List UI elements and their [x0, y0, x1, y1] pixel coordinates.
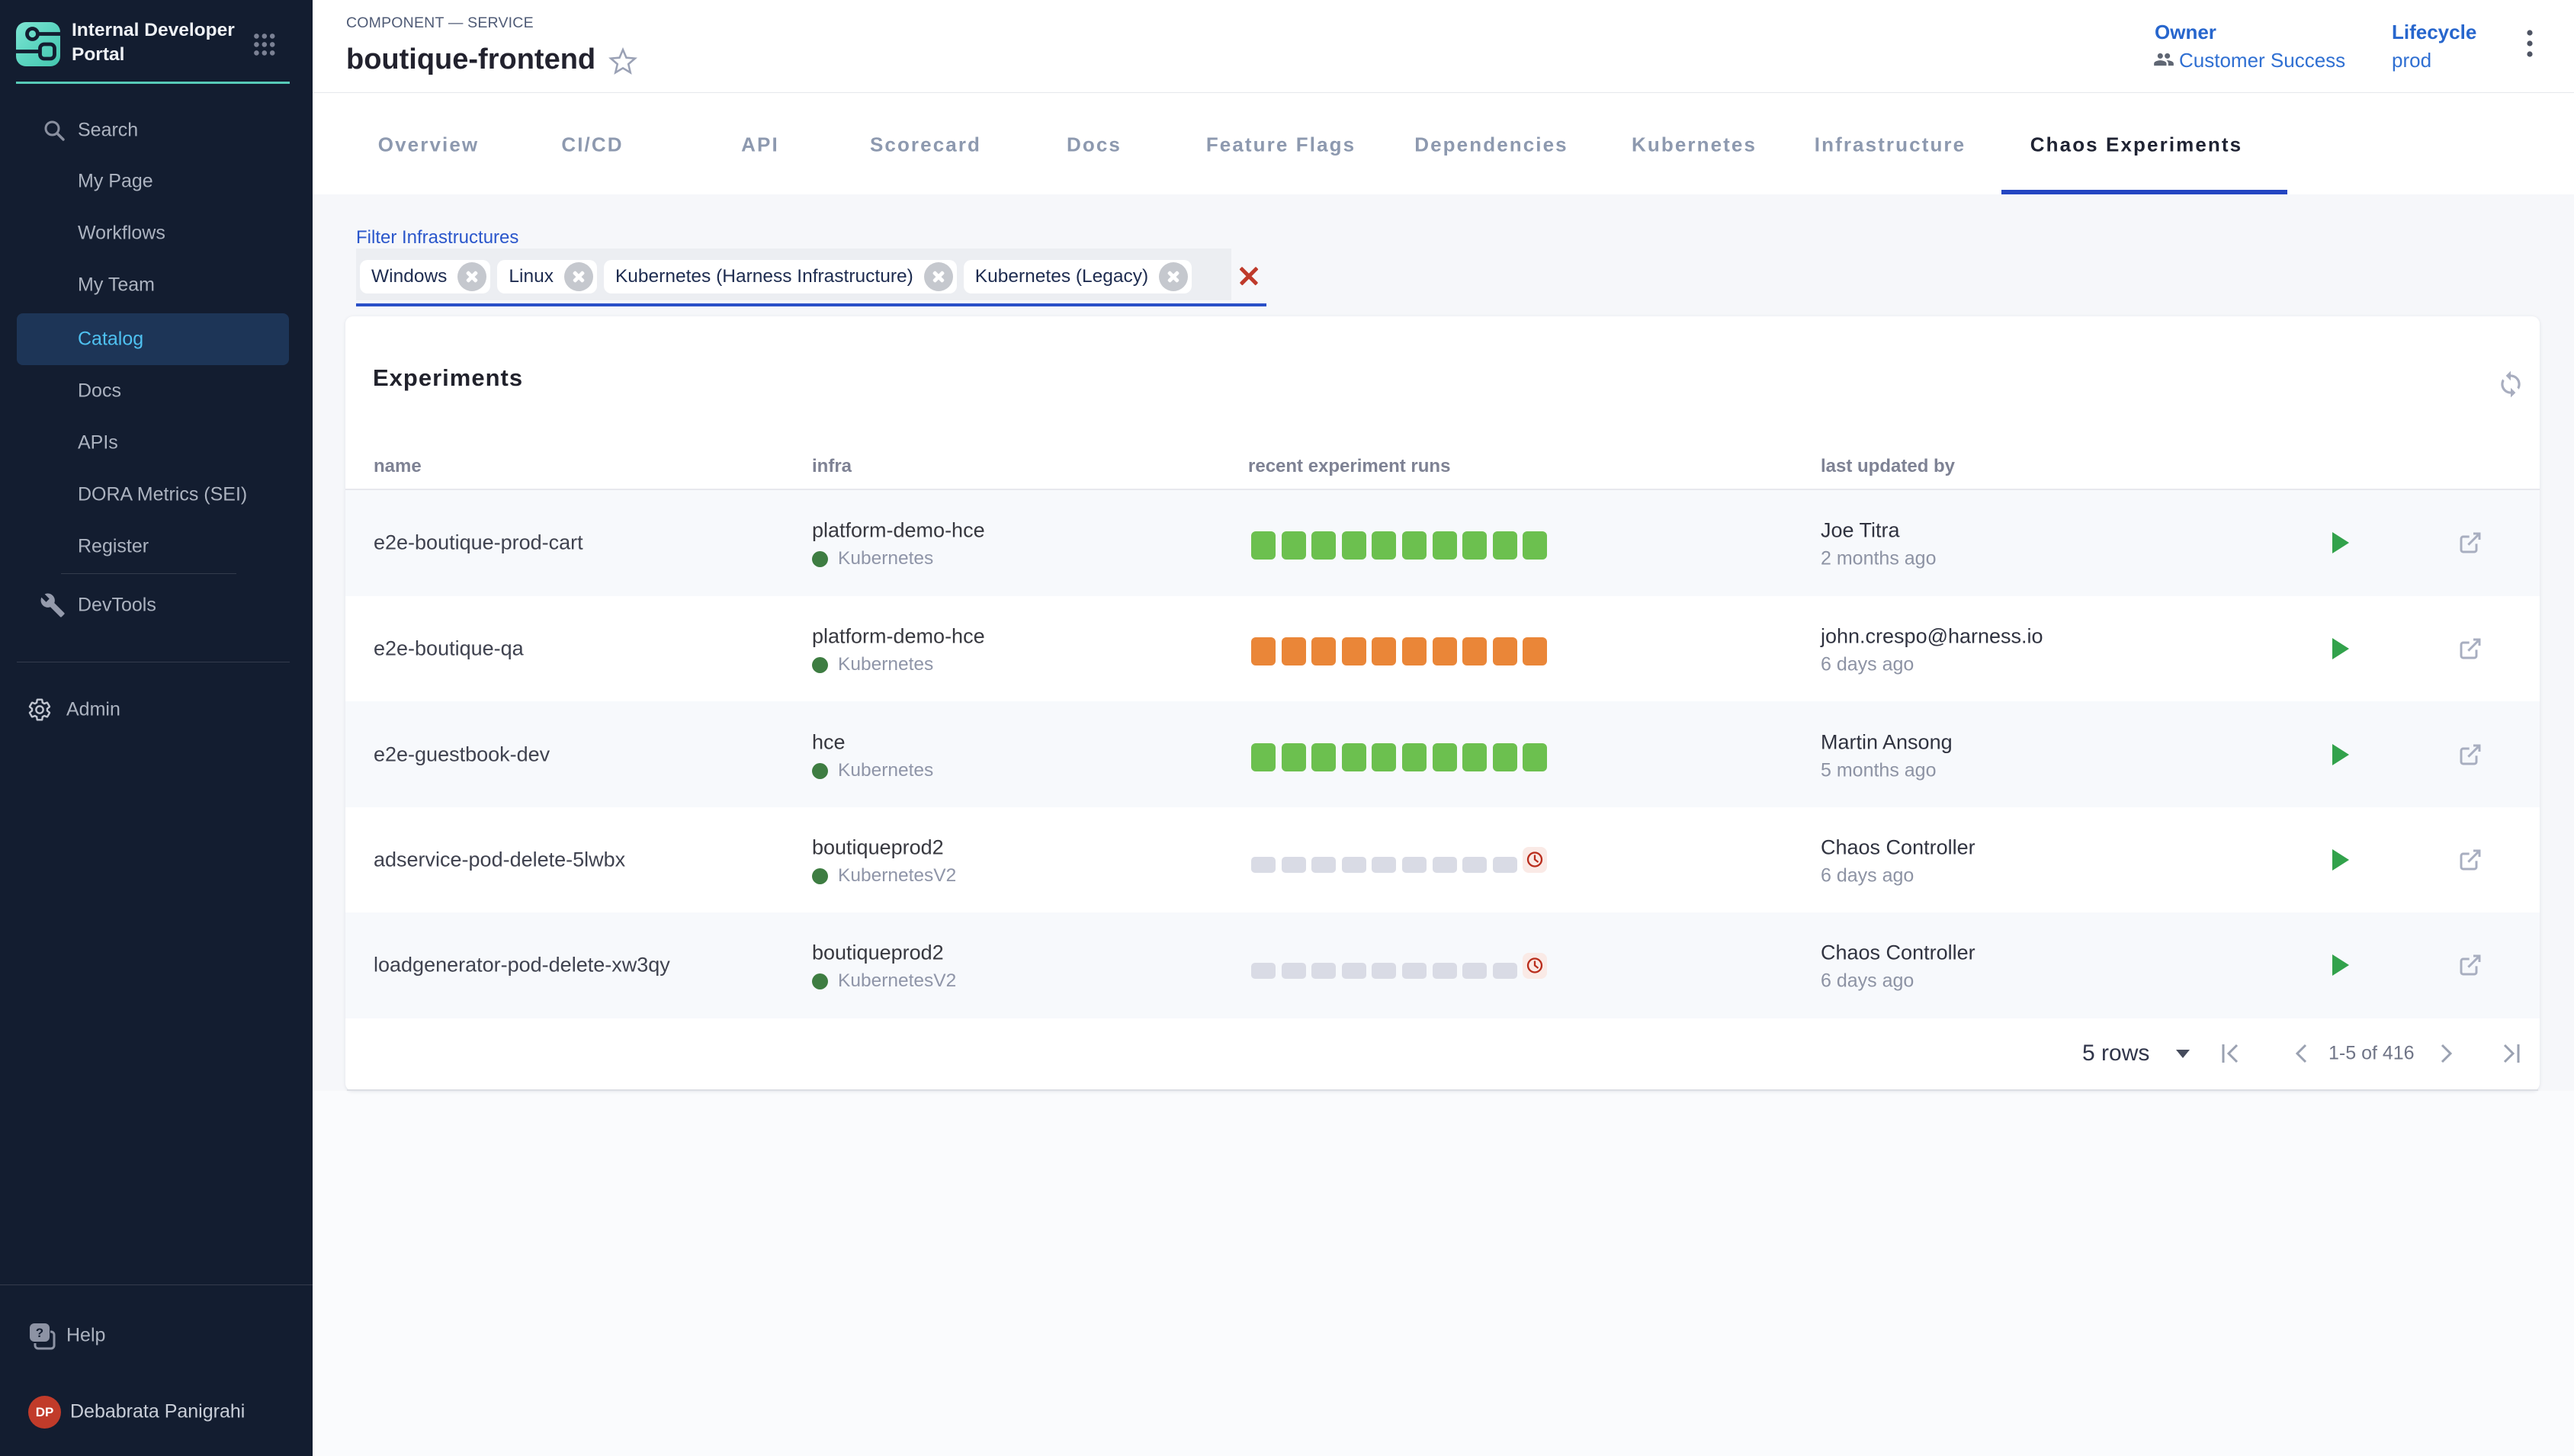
svg-text:?: ? [36, 1326, 43, 1340]
